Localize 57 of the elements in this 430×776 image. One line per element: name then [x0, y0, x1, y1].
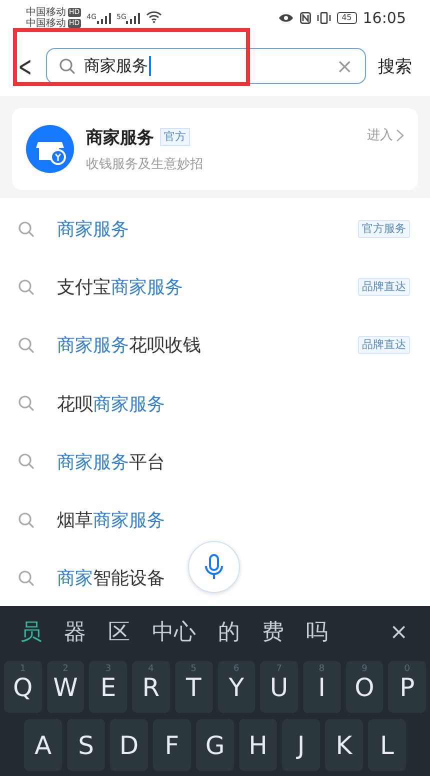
voice-button[interactable] [188, 541, 240, 593]
candidate-word[interactable]: 中心 [144, 617, 204, 647]
back-button[interactable]: < [18, 50, 30, 82]
search-field[interactable]: 商家服务 × [46, 48, 366, 84]
clock-time: 16:05 [362, 9, 406, 27]
chevron-icon [396, 128, 404, 142]
vibrate-icon [316, 12, 331, 24]
candidate-word[interactable]: 吗 [298, 617, 336, 647]
candidate-word[interactable]: 器 [56, 617, 94, 647]
suggestion-tag: 品牌直达 [358, 278, 410, 296]
keyboard-key[interactable]: H [239, 719, 277, 771]
search-icon [18, 453, 35, 470]
suggestion-item[interactable]: 花呗商家服务 [57, 392, 410, 416]
suggestion-tag: 官方服务 [358, 220, 410, 238]
keyboard-key[interactable]: D [110, 719, 148, 771]
suggestion-item[interactable]: 支付宝商家服务 [57, 275, 336, 300]
app-name: 商家服务 [86, 126, 154, 148]
search-icon [18, 336, 35, 354]
suggestion-item[interactable]: 商家服务花呗收钱 [57, 333, 336, 358]
eye-icon [278, 13, 294, 23]
nfc-icon [300, 12, 311, 24]
keyboard-key[interactable]: K [325, 719, 363, 771]
carrier-name: 中国移动 [26, 18, 66, 29]
search-icon [18, 512, 35, 529]
search-icon [59, 58, 76, 74]
signal-icon [126, 12, 140, 24]
carrier-name: 中国移动 [26, 7, 66, 18]
search-icon [18, 570, 35, 587]
signal-icon [96, 12, 111, 24]
battery-icon: 45 [336, 12, 357, 24]
suggestion-item[interactable]: 烟草商家服务 [57, 508, 410, 532]
candidate-word[interactable]: 员 [12, 617, 50, 647]
keyboard-key[interactable]: L [368, 719, 406, 771]
keyboard-key[interactable]: J [282, 719, 320, 771]
app-subtitle: 收钱服务及生意妙招 [86, 156, 204, 172]
keyboard-key[interactable]: F [153, 719, 191, 771]
wifi-icon [146, 10, 162, 22]
search-icon [18, 278, 35, 296]
suggestion-item[interactable]: 商家服务平台 [57, 450, 410, 474]
search-icon [18, 395, 35, 412]
store-icon [26, 125, 74, 173]
candidate-word[interactable]: 费 [254, 617, 292, 647]
suggestion-item[interactable]: 商家服务 [57, 217, 336, 242]
microphone-icon [205, 554, 223, 580]
search-icon [18, 220, 35, 238]
search-value: 商家服务 [84, 56, 148, 76]
candidate-word[interactable]: 区 [100, 617, 138, 647]
candidate-word[interactable]: 的 [210, 617, 248, 647]
app-card[interactable]: 商家服务 官方 收钱服务及生意妙招 进入 [12, 108, 418, 190]
keyboard-key[interactable]: A [24, 719, 62, 771]
close-button[interactable]: × [384, 618, 414, 646]
search-button[interactable]: 搜索 [378, 54, 412, 78]
keyboard-key[interactable]: S [67, 719, 105, 771]
keyboard-key[interactable]: G [196, 719, 234, 771]
suggestion-item[interactable]: 商家智能设备 [57, 566, 410, 590]
suggestion-tag: 品牌直达 [358, 336, 410, 354]
official-tag: 官方 [160, 128, 190, 146]
